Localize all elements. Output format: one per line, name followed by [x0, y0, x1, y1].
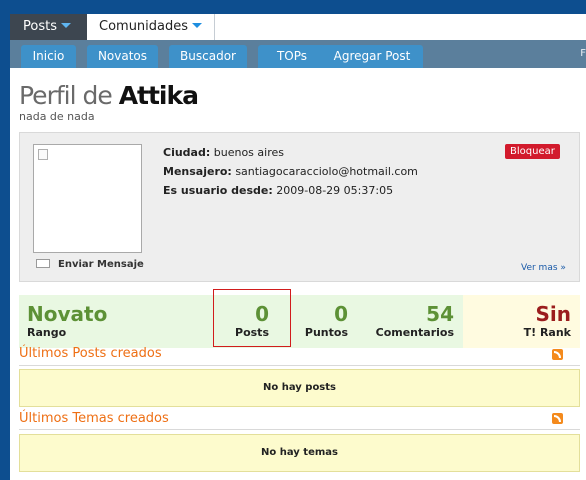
block-user-button[interactable]: Bloquear — [505, 144, 560, 159]
title-prefix: Perfil de — [19, 81, 113, 110]
info-mensajero-value: santiagocaracciolo@hotmail.com — [235, 165, 418, 178]
info-ciudad: Ciudad: buenos aires — [163, 146, 284, 159]
nav-agregar-post-button[interactable]: Agregar Post — [321, 45, 423, 68]
top-navigation: Posts Comunidades — [10, 14, 586, 40]
rss-icon[interactable] — [552, 349, 563, 360]
page-title: Perfil de Attika — [19, 81, 199, 110]
see-more-link[interactable]: Ver mas » — [521, 263, 566, 273]
nav-buscador-button[interactable]: Buscador — [169, 45, 247, 68]
chevron-down-icon — [60, 23, 71, 28]
section-divider — [19, 429, 580, 430]
tab-posts[interactable]: Posts — [10, 14, 87, 40]
latest-topics-title: Últimos Temas creados — [19, 411, 169, 426]
rss-icon[interactable] — [552, 413, 563, 424]
sub-navigation: Inicio Novatos Buscador TOPs Agregar Pos… — [10, 40, 586, 68]
broken-image-icon — [38, 149, 48, 160]
info-usuario-desde: Es usuario desde: 2009-08-29 05:37:05 — [163, 184, 393, 197]
nav-inicio-button[interactable]: Inicio — [21, 45, 76, 68]
send-message-label: Enviar Mensaje — [58, 259, 144, 270]
main-content: Perfil de Attika nada de nada Enviar Men… — [10, 68, 586, 480]
stat-points-label: Puntos — [304, 326, 348, 339]
stat-comments-value: 54 — [426, 302, 454, 326]
profile-card: Enviar Mensaje Ciudad: buenos aires Mens… — [19, 132, 580, 282]
subnav-right-mark: F — [580, 48, 586, 59]
profile-username: Attika — [118, 81, 199, 110]
stat-rank-label: Rango — [27, 326, 67, 339]
info-ciudad-label: Ciudad: — [163, 146, 211, 159]
info-usuario-desde-label: Es usuario desde: — [163, 184, 273, 197]
stat-rank-value: Novato — [27, 302, 108, 326]
stats-bar: Novato Rango 0 Posts 0 Puntos 54 Comenta… — [19, 289, 580, 348]
profile-tagline: nada de nada — [19, 110, 95, 123]
info-mensajero: Mensajero: santiagocaracciolo@hotmail.co… — [163, 165, 418, 178]
tab-posts-label: Posts — [23, 19, 57, 34]
stat-trank-label: T! Rank — [523, 326, 571, 339]
tab-comunidades[interactable]: Comunidades — [87, 14, 215, 40]
chevron-down-icon — [192, 23, 203, 28]
stat-trank-value: Sin — [535, 302, 572, 326]
section-divider — [19, 365, 580, 366]
posts-highlight-box — [213, 289, 291, 347]
latest-posts-empty: No hay posts — [19, 369, 580, 407]
latest-topics-empty: No hay temas — [19, 434, 580, 472]
info-ciudad-value: buenos aires — [213, 146, 284, 159]
info-usuario-desde-value: 2009-08-29 05:37:05 — [276, 184, 394, 197]
info-mensajero-label: Mensajero: — [163, 165, 232, 178]
nav-tops-button[interactable]: TOPs — [258, 45, 326, 68]
mail-icon — [36, 259, 50, 268]
nav-novatos-button[interactable]: Novatos — [87, 45, 158, 68]
send-message-link[interactable]: Enviar Mensaje — [36, 259, 144, 270]
stat-comments-label: Comentarios — [375, 326, 454, 339]
tab-comunidades-label: Comunidades — [99, 19, 189, 34]
stat-points-value: 0 — [334, 302, 348, 326]
avatar — [33, 144, 142, 253]
latest-posts-title: Últimos Posts creados — [19, 346, 162, 361]
